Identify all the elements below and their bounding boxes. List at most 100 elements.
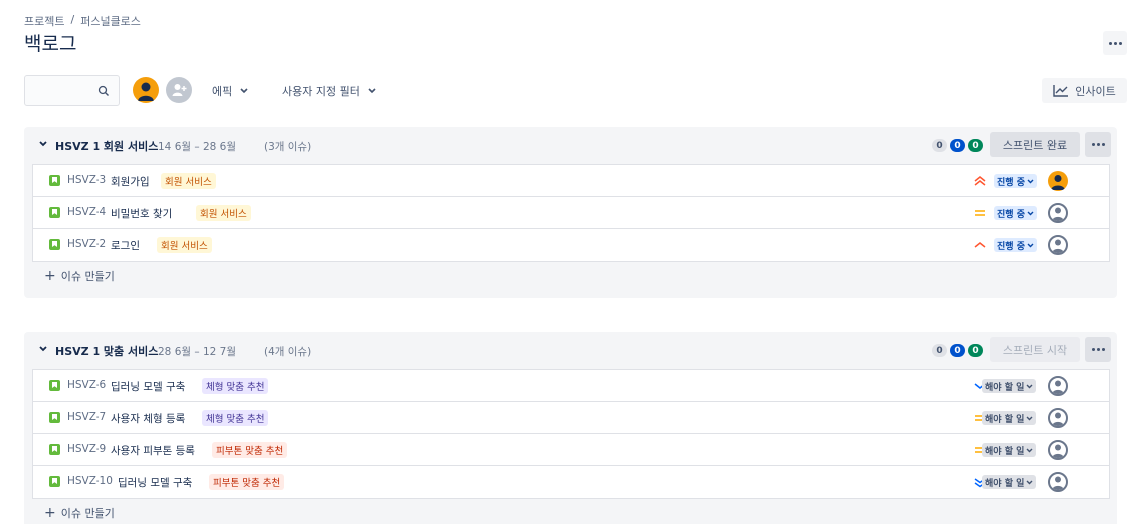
issue-summary: 딥러닝 모델 구축 xyxy=(111,381,186,393)
search-icon xyxy=(98,85,109,96)
story-icon xyxy=(49,380,60,391)
epic-lozenge: 체형 맞춤 추천 xyxy=(202,378,269,394)
issue-list: HSVZ-6 딥러닝 모델 구축 체형 맞춤 추천 해야 할 일 HSVZ-7 … xyxy=(32,369,1110,499)
priority-high-icon xyxy=(974,176,986,186)
epic-filter-dropdown[interactable]: 에픽 xyxy=(212,83,248,99)
sprint-header[interactable]: HSVZ 1 회원 서비스 14 6월 – 28 6월 (3개 이슈) 0 0 … xyxy=(24,127,1117,163)
issue-row[interactable]: HSVZ-2 로그인 회원 서비스 진행 중 xyxy=(33,229,1109,261)
assignee-avatar[interactable] xyxy=(1048,440,1068,460)
status-dropdown[interactable]: 해야 할 일 xyxy=(982,411,1037,425)
epic-lozenge: 피부톤 맞춤 추천 xyxy=(209,474,285,490)
sprint-issue-count: (3개 이슈) xyxy=(264,141,312,153)
user-avatar-filter[interactable] xyxy=(133,77,159,103)
breadcrumb-current-link[interactable]: 퍼스널클로스 xyxy=(80,13,141,29)
epic-lozenge: 피부톤 맞춤 추천 xyxy=(212,442,288,458)
breadcrumb: 프로젝트 / 퍼스널클로스 xyxy=(24,13,141,29)
custom-filter-dropdown[interactable]: 사용자 지정 필터 xyxy=(282,83,376,99)
assignee-avatar[interactable] xyxy=(1048,408,1068,428)
done-count-badge: 0 xyxy=(968,344,983,357)
add-people-button[interactable] xyxy=(166,77,192,103)
epic-lozenge: 체형 맞춤 추천 xyxy=(202,410,269,426)
sprint-container: HSVZ 1 맞춤 서비스 28 6월 – 12 7월 (4개 이슈) 0 0 … xyxy=(24,332,1117,524)
sprint-header[interactable]: HSVZ 1 맞춤 서비스 28 6월 – 12 7월 (4개 이슈) 0 0 … xyxy=(24,332,1117,368)
todo-count-badge: 0 xyxy=(932,139,947,152)
status-label: 해야 할 일 xyxy=(985,414,1025,425)
chart-line-icon xyxy=(1053,85,1069,97)
issue-row[interactable]: HSVZ-6 딥러닝 모델 구축 체형 맞춤 추천 해야 할 일 xyxy=(33,370,1109,402)
assignee-avatar[interactable] xyxy=(1048,376,1068,396)
complete-sprint-button[interactable]: 스프린트 완료 xyxy=(990,132,1080,157)
create-issue-button[interactable]: + 이슈 만들기 xyxy=(44,505,115,521)
issue-key[interactable]: HSVZ-7 xyxy=(67,411,106,423)
issue-key[interactable]: HSVZ-6 xyxy=(67,379,106,391)
issue-row[interactable]: HSVZ-10 딥러닝 모델 구축 피부톤 맞춤 추천 해야 할 일 xyxy=(33,466,1109,498)
breadcrumb-project-link[interactable]: 프로젝트 xyxy=(24,13,64,29)
add-person-icon xyxy=(172,84,187,96)
sprint-more-button[interactable] xyxy=(1085,337,1111,362)
issue-row[interactable]: HSVZ-3 회원가입 회원 서비스 진행 중 xyxy=(33,165,1109,197)
story-icon xyxy=(49,412,60,423)
plus-icon: + xyxy=(44,268,56,284)
assignee-avatar[interactable] xyxy=(1048,171,1068,191)
default-avatar-icon xyxy=(1052,207,1064,221)
issue-key[interactable]: HSVZ-4 xyxy=(67,206,106,218)
status-counts: 0 0 0 xyxy=(932,344,983,357)
sprint-more-button[interactable] xyxy=(1085,132,1111,157)
search-input[interactable] xyxy=(24,75,120,106)
default-avatar-icon xyxy=(1052,412,1064,426)
status-dropdown[interactable]: 해야 할 일 xyxy=(982,379,1037,393)
issue-key[interactable]: HSVZ-10 xyxy=(67,475,113,487)
in-progress-count-badge: 0 xyxy=(950,139,965,152)
story-icon xyxy=(49,444,60,455)
issue-summary: 회원가입 xyxy=(111,176,150,188)
sprint-name: HSVZ 1 맞춤 서비스 xyxy=(55,345,159,358)
status-dropdown[interactable]: 해야 할 일 xyxy=(982,475,1037,489)
issue-row[interactable]: HSVZ-4 비밀번호 찾기 회원 서비스 진행 중 xyxy=(33,197,1109,229)
issue-key[interactable]: HSVZ-2 xyxy=(67,238,106,250)
start-sprint-button[interactable]: 스프린트 시작 xyxy=(990,337,1080,362)
status-counts: 0 0 0 xyxy=(932,139,983,152)
story-icon xyxy=(49,207,60,218)
story-icon xyxy=(49,239,60,250)
chevron-down-icon xyxy=(240,88,248,94)
status-label: 해야 할 일 xyxy=(985,478,1025,489)
chevron-down-icon[interactable] xyxy=(39,141,47,147)
status-dropdown[interactable]: 진행 중 xyxy=(994,174,1037,188)
create-issue-button[interactable]: + 이슈 만들기 xyxy=(44,268,115,284)
assignee-avatar[interactable] xyxy=(1048,472,1068,492)
chevron-down-icon[interactable] xyxy=(39,346,47,352)
issue-list: HSVZ-3 회원가입 회원 서비스 진행 중 HSVZ-4 비밀번호 찾기 회… xyxy=(32,164,1110,262)
more-icon xyxy=(1091,348,1105,351)
status-label: 진행 중 xyxy=(997,241,1025,252)
epic-lozenge: 회원 서비스 xyxy=(161,173,216,189)
assignee-avatar[interactable] xyxy=(1048,235,1068,255)
epic-filter-label: 에픽 xyxy=(212,85,233,98)
issue-key[interactable]: HSVZ-3 xyxy=(67,174,106,186)
status-dropdown[interactable]: 진행 중 xyxy=(994,206,1037,220)
status-label: 해야 할 일 xyxy=(985,382,1025,393)
issue-row[interactable]: HSVZ-9 사용자 피부톤 등록 피부톤 맞춤 추천 해야 할 일 xyxy=(33,434,1109,466)
story-icon xyxy=(49,175,60,186)
issue-summary: 사용자 체형 등록 xyxy=(111,413,186,425)
chevron-down-icon xyxy=(1026,448,1033,452)
chevron-down-icon xyxy=(1027,211,1034,215)
issue-row[interactable]: HSVZ-7 사용자 체형 등록 체형 맞춤 추천 해야 할 일 xyxy=(33,402,1109,434)
status-label: 진행 중 xyxy=(997,177,1025,188)
insights-button[interactable]: 인사이트 xyxy=(1042,78,1127,103)
done-count-badge: 0 xyxy=(968,139,983,152)
priority-high-icon xyxy=(974,242,986,248)
issue-summary: 비밀번호 찾기 xyxy=(111,208,173,220)
sprint-dates: 28 6월 – 12 7월 xyxy=(158,346,237,358)
issue-key[interactable]: HSVZ-9 xyxy=(67,443,106,455)
plus-icon: + xyxy=(44,505,56,521)
status-dropdown[interactable]: 해야 할 일 xyxy=(982,443,1037,457)
page-more-button[interactable] xyxy=(1103,31,1127,55)
sprint-dates: 14 6월 – 28 6월 xyxy=(158,141,237,153)
assignee-avatar[interactable] xyxy=(1048,203,1068,223)
chevron-down-icon xyxy=(1027,243,1034,247)
create-issue-label: 이슈 만들기 xyxy=(60,507,115,520)
chevron-down-icon xyxy=(1026,480,1033,484)
insights-label: 인사이트 xyxy=(1075,84,1116,98)
priority-medium-icon xyxy=(975,210,985,216)
status-dropdown[interactable]: 진행 중 xyxy=(994,238,1037,252)
